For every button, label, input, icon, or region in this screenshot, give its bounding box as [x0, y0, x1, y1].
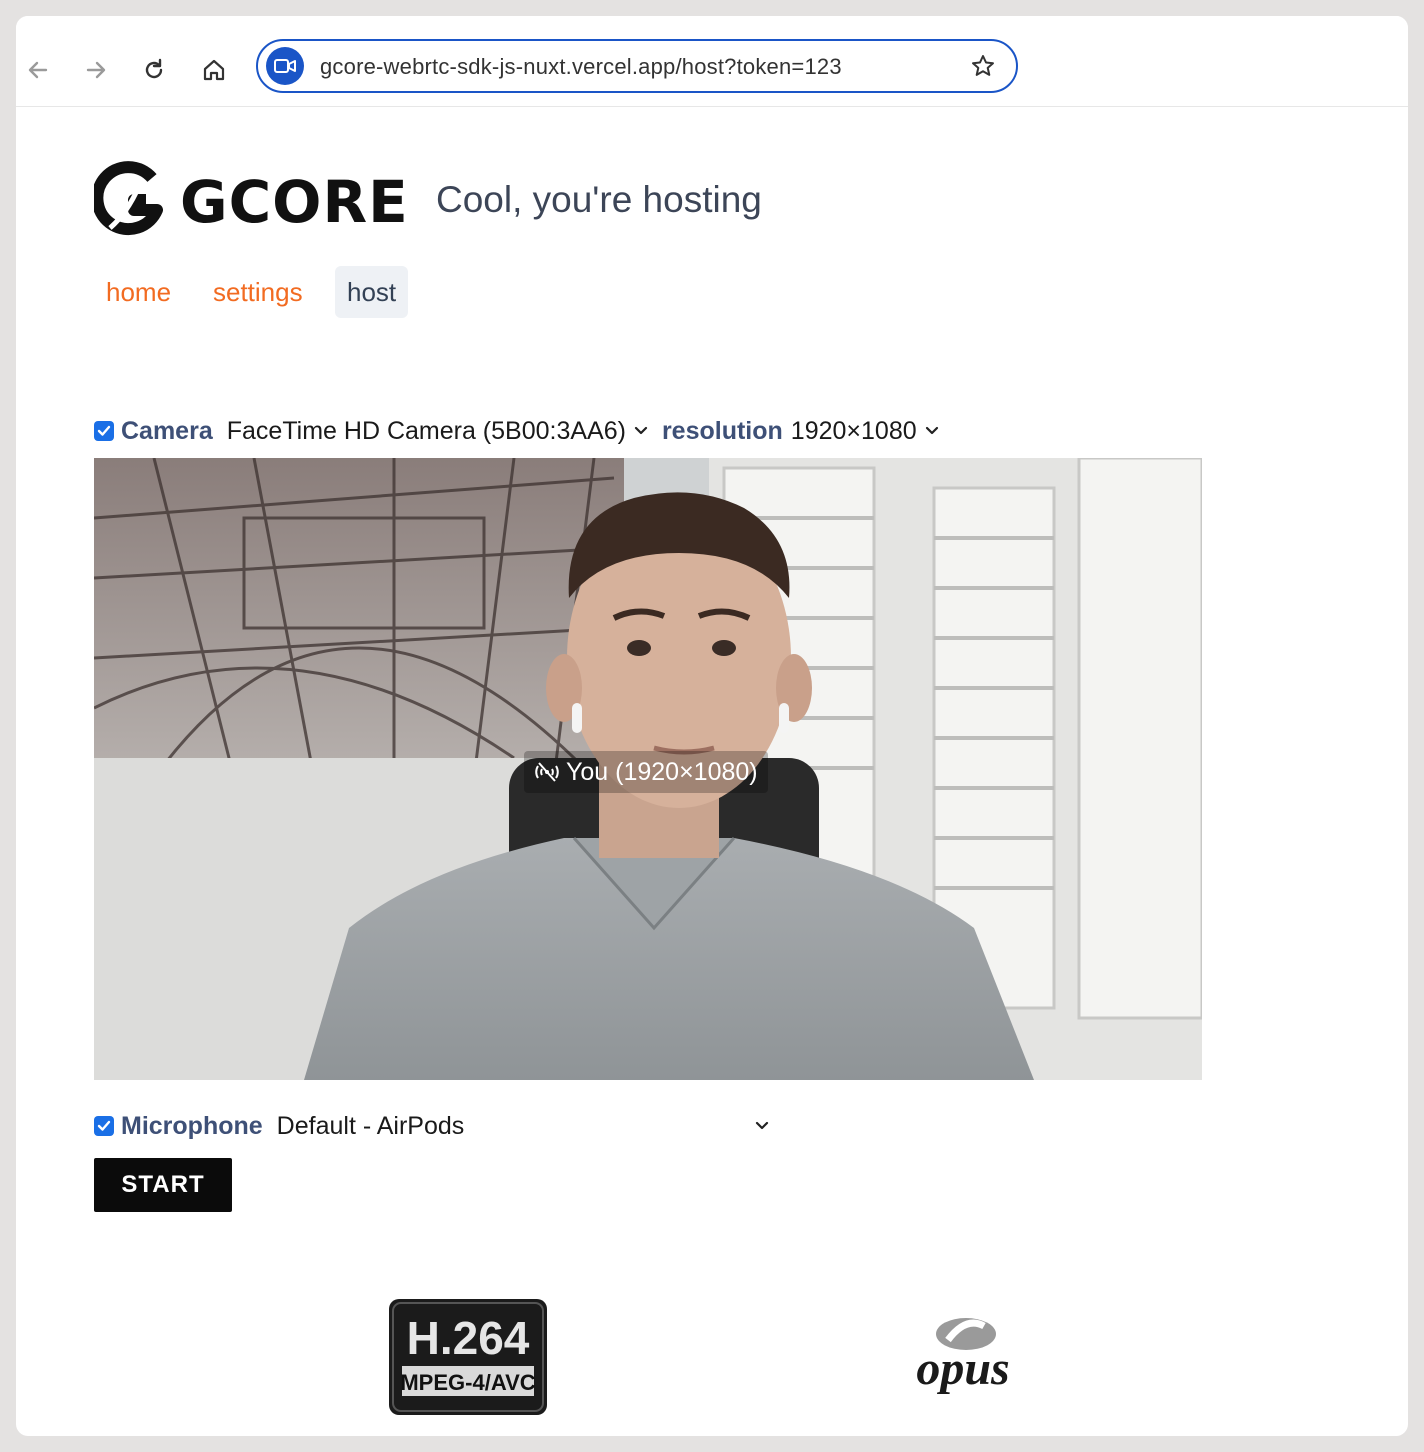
nav-settings-link[interactable]: settings [201, 266, 315, 318]
resolution-label: resolution [661, 416, 783, 445]
browser-toolbar: gcore-webrtc-sdk-js-nuxt.vercel.app/host… [16, 16, 1408, 107]
camera-preview-video: You (1920×1080) [94, 458, 1202, 1080]
page-title: Cool, you're hosting [436, 179, 762, 220]
opus-logo: opus [916, 1318, 1010, 1395]
bookmark-star-icon[interactable] [970, 53, 996, 84]
microphone-row: Microphone Default - AirPods [94, 1109, 769, 1143]
microphone-select[interactable]: Default - AirPods [277, 1112, 769, 1141]
camera-device-value[interactable]: FaceTime HD Camera (5B00:3AA6) [227, 417, 626, 446]
chevron-down-icon[interactable] [755, 1121, 769, 1131]
nav-host-link[interactable]: host [335, 266, 409, 318]
signal-off-icon [535, 762, 559, 782]
chevron-down-icon[interactable] [634, 426, 648, 436]
microphone-checkbox[interactable] [94, 1116, 114, 1136]
h264-logo-text: H.264 [407, 1312, 530, 1364]
address-bar[interactable]: gcore-webrtc-sdk-js-nuxt.vercel.app/host… [256, 39, 1018, 93]
forward-icon[interactable] [76, 50, 116, 90]
checkmark-icon [97, 425, 111, 436]
home-icon[interactable] [194, 50, 234, 90]
h264-logo-subtext: MPEG-4/AVC [400, 1370, 535, 1395]
overlay-text: You (1920×1080) [566, 757, 758, 786]
microphone-device-value[interactable]: Default - AirPods [277, 1112, 465, 1141]
video-camera-icon[interactable] [266, 47, 304, 85]
camera-select[interactable]: FaceTime HD Camera (5B00:3AA6) [227, 417, 648, 446]
camera-row: Camera FaceTime HD Camera (5B00:3AA6) re… [94, 414, 939, 448]
start-button[interactable]: START [94, 1158, 232, 1212]
back-icon[interactable] [18, 50, 58, 90]
chevron-down-icon[interactable] [925, 426, 939, 436]
browser-window: gcore-webrtc-sdk-js-nuxt.vercel.app/host… [16, 16, 1408, 1436]
reload-icon[interactable] [134, 50, 174, 90]
nav-home-link[interactable]: home [94, 266, 183, 318]
resolution-select[interactable]: 1920×1080 [791, 417, 939, 446]
camera-label: Camera [121, 416, 213, 445]
opus-logo-text: opus [916, 1342, 1009, 1395]
video-overlay-label: You (1920×1080) [524, 751, 768, 793]
microphone-label: Microphone [121, 1111, 263, 1140]
address-url[interactable]: gcore-webrtc-sdk-js-nuxt.vercel.app/host… [320, 54, 842, 80]
h264-logo: H.264 MPEG-4/AVC [389, 1299, 547, 1415]
gcore-logo-icon [94, 161, 163, 236]
checkmark-icon [97, 1120, 111, 1131]
camera-checkbox[interactable] [94, 421, 114, 441]
logo-wordmark: GCORE [180, 168, 409, 236]
resolution-value[interactable]: 1920×1080 [791, 417, 917, 446]
